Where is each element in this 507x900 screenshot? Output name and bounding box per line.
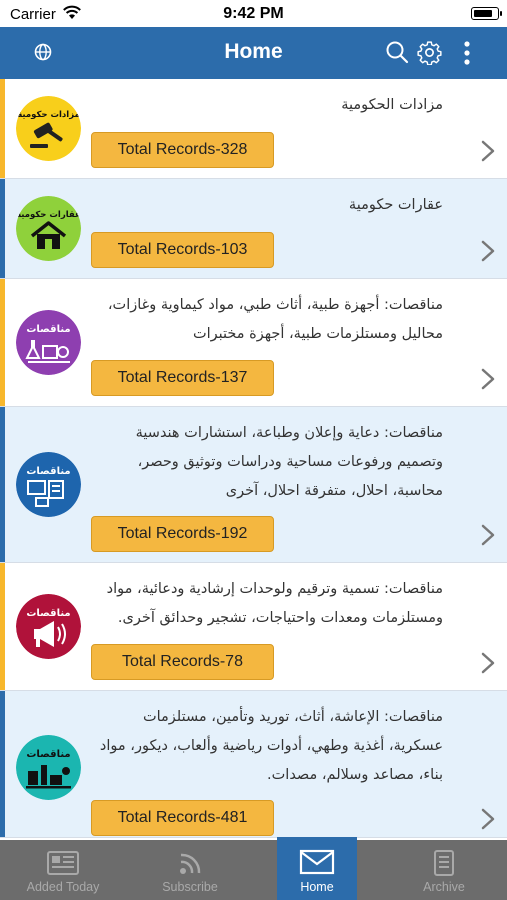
logo-text: مناقصات <box>26 608 70 619</box>
row-accent <box>0 179 5 278</box>
tab-label: Home <box>300 880 334 894</box>
total-records-button[interactable]: Total Records-78 <box>91 644 274 680</box>
item-description: مزادات الحكومية <box>341 97 443 113</box>
item-description: مناقصات: تسمية وترقيم ولوحدات إرشادية ود… <box>106 581 443 626</box>
services-tenders-logo: مناقصات <box>16 452 81 517</box>
logo-text: عقارات حكومية <box>16 210 81 220</box>
medical-tenders-logo: مناقصات <box>16 310 81 375</box>
total-records-button[interactable]: Total Records-328 <box>91 132 274 168</box>
tab-subscribe[interactable]: Subscribe <box>127 840 253 900</box>
logo-text: مناقصات <box>26 324 70 335</box>
row-accent <box>0 279 5 406</box>
list-item[interactable]: مناقصات مناقصات: الإعاشة، أثاث، توريد وت… <box>0 691 507 838</box>
row-accent <box>0 691 5 837</box>
tab-label: Archive <box>423 880 465 894</box>
tab-label: Added Today <box>26 880 100 894</box>
logo-text: مزادات حكومية <box>17 110 80 120</box>
chevron-right-icon[interactable] <box>480 524 496 546</box>
battery-icon <box>471 7 502 20</box>
logo-text: مناقصات <box>26 749 70 760</box>
auctions-logo: مزادات حكومية <box>16 96 81 161</box>
chevron-right-icon[interactable] <box>480 368 496 390</box>
nav-bar: Home <box>0 27 507 79</box>
battery-level <box>473 9 492 17</box>
search-icon[interactable] <box>385 40 409 64</box>
more-vertical-icon[interactable] <box>462 40 472 66</box>
category-list: مزادات حكومية مزادات الحكومية Total Reco… <box>0 79 507 839</box>
total-records-button[interactable]: Total Records-192 <box>91 516 274 552</box>
chevron-right-icon[interactable] <box>480 652 496 674</box>
gear-icon[interactable] <box>417 40 442 65</box>
tab-archive[interactable]: Archive <box>381 840 507 900</box>
status-bar: Carrier 9:42 PM <box>0 0 507 27</box>
row-accent <box>0 79 5 178</box>
item-description: مناقصات: دعاية وإعلان وطباعة، استشارات ه… <box>135 425 443 499</box>
supplies-tenders-logo: مناقصات <box>16 735 81 800</box>
chevron-right-icon[interactable] <box>480 140 496 162</box>
document-icon <box>434 850 454 876</box>
chevron-right-icon[interactable] <box>480 808 496 830</box>
newspaper-icon <box>47 851 79 875</box>
item-description: عقارات حكومية <box>348 197 443 213</box>
list-item[interactable]: مناقصات مناقصات: أجهزة طبية، أثاث طبي، م… <box>0 279 507 407</box>
real-estate-logo: عقارات حكومية <box>16 196 81 261</box>
total-records-button[interactable]: Total Records-137 <box>91 360 274 396</box>
item-description: مناقصات: الإعاشة، أثاث، توريد وتأمين، مس… <box>99 709 443 783</box>
rss-icon <box>180 853 201 874</box>
list-item[interactable]: مزادات حكومية مزادات الحكومية Total Reco… <box>0 79 507 179</box>
total-records-button[interactable]: Total Records-481 <box>91 800 274 836</box>
row-accent <box>0 407 5 562</box>
list-item[interactable]: مناقصات مناقصات: تسمية وترقيم ولوحدات إر… <box>0 563 507 691</box>
signage-tenders-logo: مناقصات <box>16 594 81 659</box>
tab-added-today[interactable]: Added Today <box>0 840 126 900</box>
list-item[interactable]: مناقصات مناقصات: دعاية وإعلان وطباعة، اس… <box>0 407 507 563</box>
list-item[interactable]: عقارات حكومية عقارات حكومية Total Record… <box>0 179 507 279</box>
envelope-icon <box>299 849 335 875</box>
logo-text: مناقصات <box>26 466 70 477</box>
row-accent <box>0 563 5 690</box>
tab-label: Subscribe <box>162 880 218 894</box>
tab-bar: Added Today Subscribe Home Archive <box>0 837 507 900</box>
tab-home[interactable]: Home <box>277 837 357 900</box>
total-records-button[interactable]: Total Records-103 <box>91 232 274 268</box>
item-description: مناقصات: أجهزة طبية، أثاث طبي، مواد كيما… <box>107 297 443 342</box>
status-time: 9:42 PM <box>223 5 284 22</box>
chevron-right-icon[interactable] <box>480 240 496 262</box>
